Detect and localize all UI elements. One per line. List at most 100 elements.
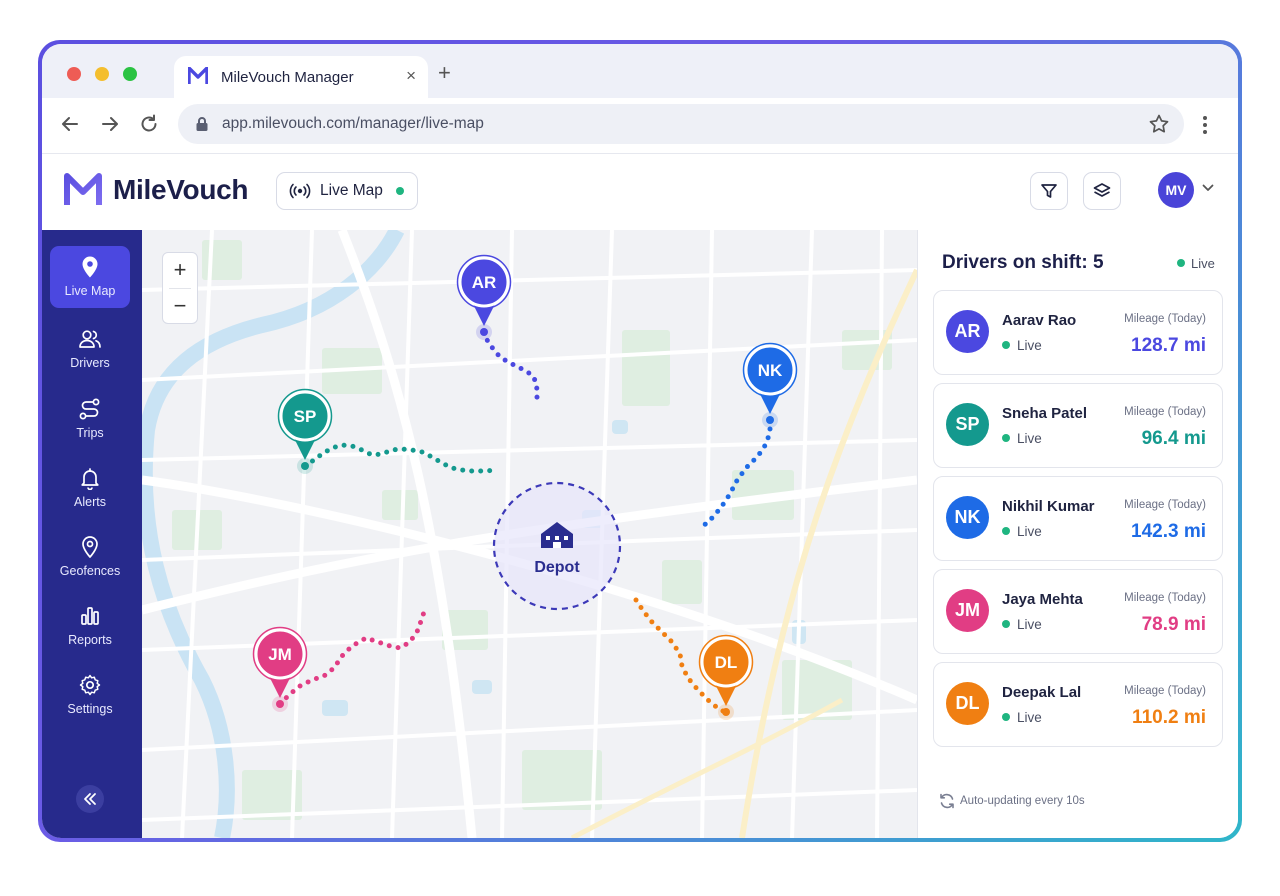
- driver-status-label: Live: [1017, 617, 1042, 632]
- driver-card[interactable]: NK Nikhil Kumar Live Mileage (Today) 142…: [933, 476, 1223, 561]
- status-dot: [1002, 434, 1010, 442]
- sidebar-item-label: Geofences: [59, 564, 121, 578]
- driver-name: Deepak Lal: [1002, 684, 1082, 701]
- mileage-value: 96.4 mi: [1141, 428, 1206, 449]
- bar-chart-icon: [81, 607, 99, 625]
- driver-card[interactable]: JM Jaya Mehta Live Mileage (Today) 78.9 …: [933, 569, 1223, 654]
- tab-close-icon[interactable]: ×: [406, 66, 416, 86]
- panel-live-indicator: Live: [1177, 256, 1215, 271]
- driver-status: Live: [1002, 710, 1042, 725]
- forward-arrow-icon[interactable]: [99, 113, 121, 135]
- browser-window: MileVouch Manager × + app.milevouch.com/…: [42, 44, 1238, 838]
- close-window-dot[interactable]: [67, 67, 81, 81]
- zoom-in-button[interactable]: +: [163, 253, 197, 287]
- milevouch-logo-icon: [64, 173, 102, 205]
- broadcast-icon: [289, 183, 311, 199]
- mileage-label: Mileage (Today): [1124, 406, 1206, 418]
- driver-avatar: SP: [946, 403, 989, 446]
- back-arrow-icon[interactable]: [59, 113, 81, 135]
- mileage-value: 110.2 mi: [1132, 707, 1206, 728]
- filter-button[interactable]: [1030, 172, 1068, 210]
- milevouch-favicon-icon: [187, 66, 209, 90]
- marker-initials: JM: [268, 645, 292, 664]
- maximize-window-dot[interactable]: [123, 67, 137, 81]
- marker-initials: DL: [715, 653, 738, 672]
- layers-icon: [1093, 183, 1111, 197]
- map-canvas: Depot AR SP NK JM DL: [142, 230, 917, 838]
- tab-strip: MileVouch Manager × +: [42, 44, 1238, 98]
- reload-icon[interactable]: [138, 113, 160, 135]
- zoom-out-button[interactable]: −: [163, 289, 197, 323]
- sidebar-item-settings[interactable]: Settings: [50, 664, 130, 726]
- sidebar-item-alerts[interactable]: Alerts: [50, 457, 130, 519]
- driver-name: Aarav Rao: [1002, 312, 1077, 329]
- live-map-pill[interactable]: Live Map: [276, 172, 418, 210]
- route-icon: [79, 398, 100, 420]
- layers-button[interactable]: [1083, 172, 1121, 210]
- drivers-panel: Drivers on shift: 5 Live AR Aarav Rao Li…: [917, 230, 1238, 838]
- live-map[interactable]: Depot AR SP NK JM DL + −: [142, 230, 917, 838]
- sidebar-item-label: Trips: [76, 426, 104, 440]
- users-icon: [79, 330, 101, 348]
- browser-toolbar: app.milevouch.com/manager/live-map: [42, 98, 1238, 154]
- lock-icon: [196, 117, 208, 131]
- driver-status-label: Live: [1017, 710, 1042, 725]
- sidebar-item-live-map[interactable]: Live Map: [50, 246, 130, 308]
- status-dot: [1002, 527, 1010, 535]
- auto-update-status: Auto-updating every 10s: [940, 793, 1085, 809]
- driver-status-label: Live: [1017, 524, 1042, 539]
- url-text: app.milevouch.com/manager/live-map: [222, 115, 484, 132]
- address-bar[interactable]: app.milevouch.com/manager/live-map: [178, 104, 1184, 144]
- collapse-sidebar-button[interactable]: [76, 785, 104, 813]
- depot-label: Depot: [534, 559, 580, 576]
- panel-live-label: Live: [1191, 256, 1215, 271]
- status-dot: [1002, 713, 1010, 721]
- sidebar-item-geofences[interactable]: Geofences: [50, 526, 130, 588]
- driver-status: Live: [1002, 431, 1042, 446]
- chevron-down-icon[interactable]: [1202, 184, 1214, 192]
- driver-status-label: Live: [1017, 338, 1042, 353]
- status-dot: [1002, 341, 1010, 349]
- double-chevron-left-icon: [84, 793, 96, 805]
- driver-avatar: NK: [946, 496, 989, 539]
- driver-status: Live: [1002, 524, 1042, 539]
- user-avatar[interactable]: MV: [1158, 172, 1194, 208]
- gear-icon: [79, 674, 101, 696]
- marker-initials: NK: [758, 361, 783, 380]
- sidebar-item-reports[interactable]: Reports: [50, 595, 130, 657]
- live-dot: [1177, 259, 1185, 267]
- sidebar-item-trips[interactable]: Trips: [50, 388, 130, 450]
- mileage-label: Mileage (Today): [1124, 685, 1206, 697]
- driver-card[interactable]: SP Sneha Patel Live Mileage (Today) 96.4…: [933, 383, 1223, 468]
- sidebar-item-label: Settings: [67, 702, 113, 716]
- tab-title: MileVouch Manager: [221, 69, 354, 86]
- map-pin-icon: [82, 256, 98, 278]
- brand-name: MileVouch: [113, 174, 249, 205]
- sidebar-item-label: Live Map: [64, 284, 116, 298]
- auto-update-label: Auto-updating every 10s: [960, 795, 1085, 807]
- sidebar-item-drivers[interactable]: Drivers: [50, 318, 130, 380]
- driver-avatar: AR: [946, 310, 989, 353]
- driver-avatar: DL: [946, 682, 989, 725]
- sidebar: Live Map Drivers Trips Alerts Geofences …: [42, 230, 142, 838]
- mileage-label: Mileage (Today): [1124, 313, 1206, 325]
- marker-initials: AR: [472, 273, 497, 292]
- driver-card[interactable]: DL Deepak Lal Live Mileage (Today) 110.2…: [933, 662, 1223, 747]
- live-status-dot: [396, 187, 404, 195]
- bookmark-star-icon[interactable]: [1148, 113, 1170, 135]
- live-map-pill-label: Live Map: [320, 182, 383, 199]
- minimize-window-dot[interactable]: [95, 67, 109, 81]
- browser-menu-icon[interactable]: [1202, 114, 1208, 136]
- app-header: MileVouch Live Map MV: [42, 154, 1238, 231]
- filter-icon: [1041, 184, 1057, 198]
- new-tab-button[interactable]: +: [438, 62, 451, 84]
- driver-card[interactable]: AR Aarav Rao Live Mileage (Today) 128.7 …: [933, 290, 1223, 375]
- sidebar-item-label: Reports: [68, 633, 112, 647]
- drivers-panel-title: Drivers on shift: 5: [942, 252, 1104, 273]
- mileage-label: Mileage (Today): [1124, 592, 1206, 604]
- browser-tab[interactable]: MileVouch Manager ×: [174, 56, 428, 98]
- mileage-value: 142.3 mi: [1131, 521, 1206, 542]
- driver-status: Live: [1002, 338, 1042, 353]
- sidebar-item-label: Alerts: [74, 495, 106, 509]
- driver-avatar: JM: [946, 589, 989, 632]
